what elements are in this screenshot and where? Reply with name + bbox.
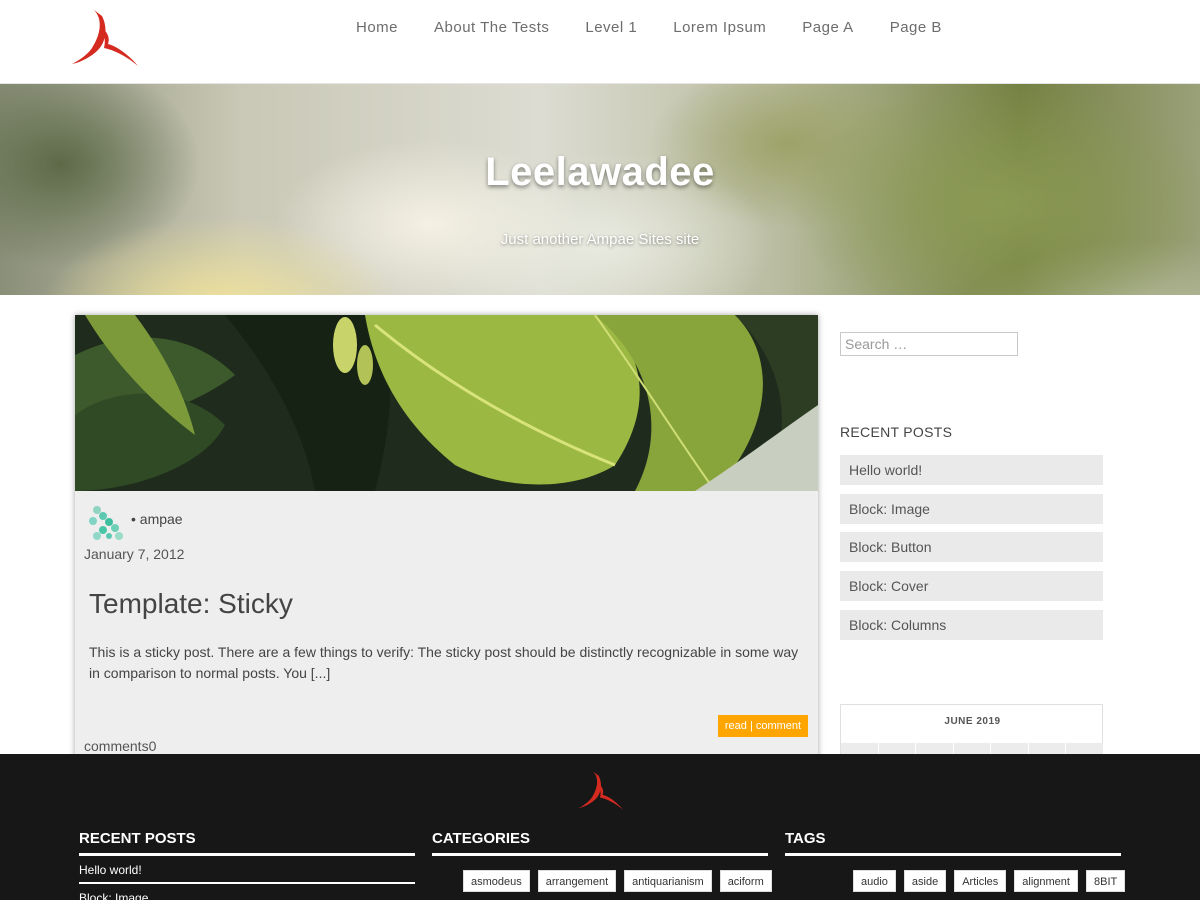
- nav-level-1[interactable]: Level 1: [567, 18, 655, 38]
- sidebar-recent-post[interactable]: Block: Button: [840, 532, 1103, 563]
- footer-categories-heading: CATEGORIES: [432, 830, 768, 856]
- sidebar-recent-post[interactable]: Block: Image: [840, 493, 1103, 524]
- nav-page-b[interactable]: Page B: [872, 18, 960, 38]
- nav-about-the-tests[interactable]: About The Tests: [416, 18, 567, 38]
- search-input[interactable]: [840, 332, 1018, 356]
- tag-link[interactable]: 8BIT: [1085, 870, 1126, 892]
- post-title[interactable]: Template: Sticky: [89, 588, 293, 620]
- footer-recent-posts-heading: RECENT POSTS: [79, 830, 415, 856]
- footer-tags-heading: TAGS: [785, 830, 1121, 856]
- site-title[interactable]: Leelawadee: [0, 150, 1200, 195]
- post-featured-image[interactable]: [75, 315, 818, 491]
- site-logo[interactable]: [68, 6, 140, 68]
- post-comments-count[interactable]: comments0: [84, 738, 156, 754]
- tag-link[interactable]: alignment: [1014, 870, 1078, 892]
- footer-categories: CATEGORIES asmodeus arrangement antiquar…: [432, 830, 772, 892]
- category-tag[interactable]: arrangement: [537, 870, 617, 892]
- category-tag[interactable]: antiquarianism: [624, 870, 712, 892]
- sidebar-recent-post[interactable]: Hello world!: [840, 455, 1103, 485]
- category-list: asmodeus arrangement antiquarianism acif…: [432, 870, 772, 892]
- nav-lorem-ipsum[interactable]: Lorem Ipsum: [655, 18, 784, 38]
- nav-page-a[interactable]: Page A: [784, 18, 871, 38]
- category-tag[interactable]: aciform: [719, 870, 772, 892]
- sidebar-recent-post[interactable]: Block: Columns: [840, 609, 1103, 640]
- site-header: Home About The Tests Level 1 Lorem Ipsum…: [0, 0, 1200, 84]
- ampae-logo-icon[interactable]: [574, 769, 626, 811]
- leaf-image-icon: [75, 315, 818, 491]
- post-date[interactable]: January 7, 2012: [84, 546, 184, 562]
- footer-recent-posts: RECENT POSTS Hello world! Block: Image: [79, 830, 415, 910]
- avatar[interactable]: [89, 504, 125, 542]
- post-author-row: • ampae: [89, 504, 183, 542]
- tag-list: audio aside Articles alignment 8BIT: [785, 870, 1126, 892]
- footer-recent-post[interactable]: Hello world!: [79, 856, 415, 884]
- nav-home[interactable]: Home: [338, 18, 416, 38]
- main-nav: Home About The Tests Level 1 Lorem Ipsum…: [338, 18, 960, 38]
- post-excerpt: This is a sticky post. There are a few t…: [89, 644, 799, 681]
- calendar-caption: JUNE 2019: [944, 716, 1001, 727]
- read-comment-button[interactable]: read | comment: [718, 715, 808, 737]
- post-author[interactable]: • ampae: [131, 511, 183, 527]
- sidebar-recent-posts-heading: RECENT POSTS: [840, 424, 953, 440]
- tag-link[interactable]: aside: [903, 870, 947, 892]
- site-footer: RECENT POSTS Hello world! Block: Image C…: [0, 754, 1200, 905]
- footer-tags: TAGS audio aside Articles alignment 8BIT: [785, 830, 1126, 892]
- ampae-logo-icon: [72, 10, 138, 66]
- hero-banner: Leelawadee Just another Ampae Sites site: [0, 84, 1200, 295]
- sidebar-recent-posts-list: Hello world! Block: Image Block: Button …: [840, 455, 1103, 648]
- tag-link[interactable]: audio: [853, 870, 896, 892]
- post-card: • ampae January 7, 2012 Template: Sticky…: [75, 315, 818, 775]
- sidebar-recent-post[interactable]: Block: Cover: [840, 571, 1103, 602]
- category-tag[interactable]: asmodeus: [463, 870, 530, 892]
- site-tagline: Just another Ampae Sites site: [500, 231, 700, 248]
- footer-recent-post[interactable]: Block: Image: [79, 884, 415, 910]
- tag-link[interactable]: Articles: [954, 870, 1007, 892]
